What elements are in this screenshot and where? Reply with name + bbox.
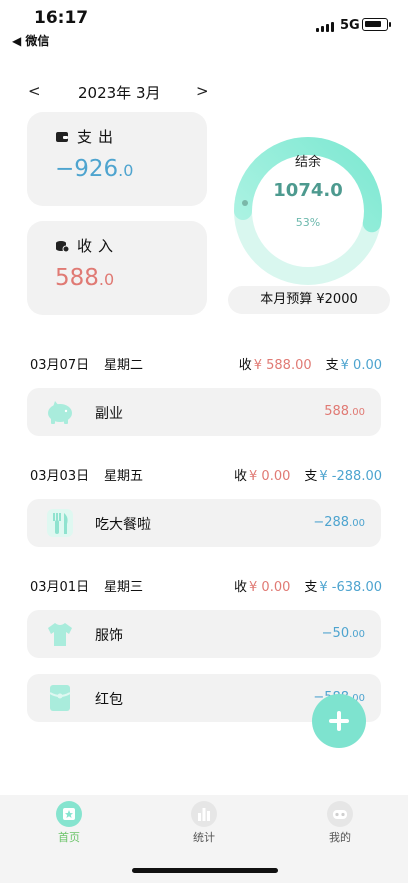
expense-summary-card: 支出 −926.0 [27, 112, 207, 206]
record-name: 副业 [95, 406, 123, 422]
status-time: 16:17 [34, 8, 89, 28]
home-indicator [132, 868, 278, 873]
month-label[interactable]: 2023年 3月 [78, 82, 161, 103]
red-envelope-icon [49, 685, 71, 711]
record-amount: −288.00 [313, 515, 365, 530]
wallet-icon [56, 131, 68, 142]
balance-value: 1074.0 [273, 180, 343, 201]
day-header: 03月07日 星期二 收 ¥ 588.00 支 ¥ 0.00 [30, 354, 382, 374]
day-totals: 收 ¥ 588.00 支 ¥ 0.00 [238, 358, 382, 373]
record-name: 红包 [95, 692, 123, 708]
record-item[interactable]: 吃大餐啦 −288.00 [27, 499, 381, 547]
piggy-bank-icon [48, 401, 72, 424]
month-selector: < 2023年 3月 > [24, 80, 212, 104]
day-totals: 收 ¥ 0.00 支 ¥ -288.00 [234, 469, 382, 484]
day-totals: 收 ¥ 0.00 支 ¥ -638.00 [234, 580, 382, 595]
day-date: 03月03日 [30, 469, 90, 484]
tab-stats[interactable]: 统计 [174, 801, 234, 849]
signal-icon [316, 20, 334, 32]
tab-home[interactable]: 首页 [39, 801, 99, 849]
record-name: 服饰 [95, 628, 123, 644]
record-item[interactable]: 副业 588.00 [27, 388, 381, 436]
tab-stats-label: 统计 [193, 831, 215, 844]
day-weekday: 星期二 [104, 358, 144, 373]
day-date: 03月07日 [30, 358, 90, 373]
tab-home-label: 首页 [58, 831, 80, 844]
back-to-wechat-link[interactable]: ◀ 微信 [12, 32, 49, 49]
prev-month-button[interactable]: < [28, 82, 41, 100]
record-item[interactable]: 服饰 −50.00 [27, 610, 381, 658]
utensils-icon [47, 509, 73, 537]
add-record-button[interactable] [312, 694, 366, 748]
record-name: 吃大餐啦 [95, 517, 151, 533]
coins-icon [56, 240, 69, 252]
tshirt-icon [48, 623, 72, 646]
battery-icon [362, 18, 391, 31]
day-date: 03月01日 [30, 580, 90, 595]
income-summary-card: 收入 588.0 [27, 221, 207, 315]
home-icon [56, 801, 82, 827]
expense-title: 支出 [77, 128, 120, 146]
chart-icon [191, 801, 217, 827]
tab-mine[interactable]: 我的 [310, 801, 370, 849]
profile-icon [327, 801, 353, 827]
day-header: 03月01日 星期三 收 ¥ 0.00 支 ¥ -638.00 [30, 576, 382, 596]
income-amount: 588.0 [55, 265, 115, 291]
income-title: 收入 [77, 237, 120, 255]
balance-percent: 53% [295, 216, 321, 229]
balance-label: 结余 [294, 155, 321, 170]
day-weekday: 星期五 [104, 469, 144, 484]
status-bar: 16:17 ◀ 微信 5G [0, 0, 408, 50]
day-weekday: 星期三 [104, 580, 144, 595]
record-amount: −50.00 [321, 626, 365, 641]
network-type: 5G [340, 18, 360, 33]
tab-mine-label: 我的 [329, 831, 351, 844]
expense-amount: −926.0 [55, 156, 134, 182]
day-header: 03月03日 星期五 收 ¥ 0.00 支 ¥ -288.00 [30, 465, 382, 485]
monthly-budget-button[interactable]: 本月预算 ¥2000 [228, 286, 390, 314]
record-amount: 588.00 [324, 404, 365, 419]
next-month-button[interactable]: > [196, 82, 209, 100]
